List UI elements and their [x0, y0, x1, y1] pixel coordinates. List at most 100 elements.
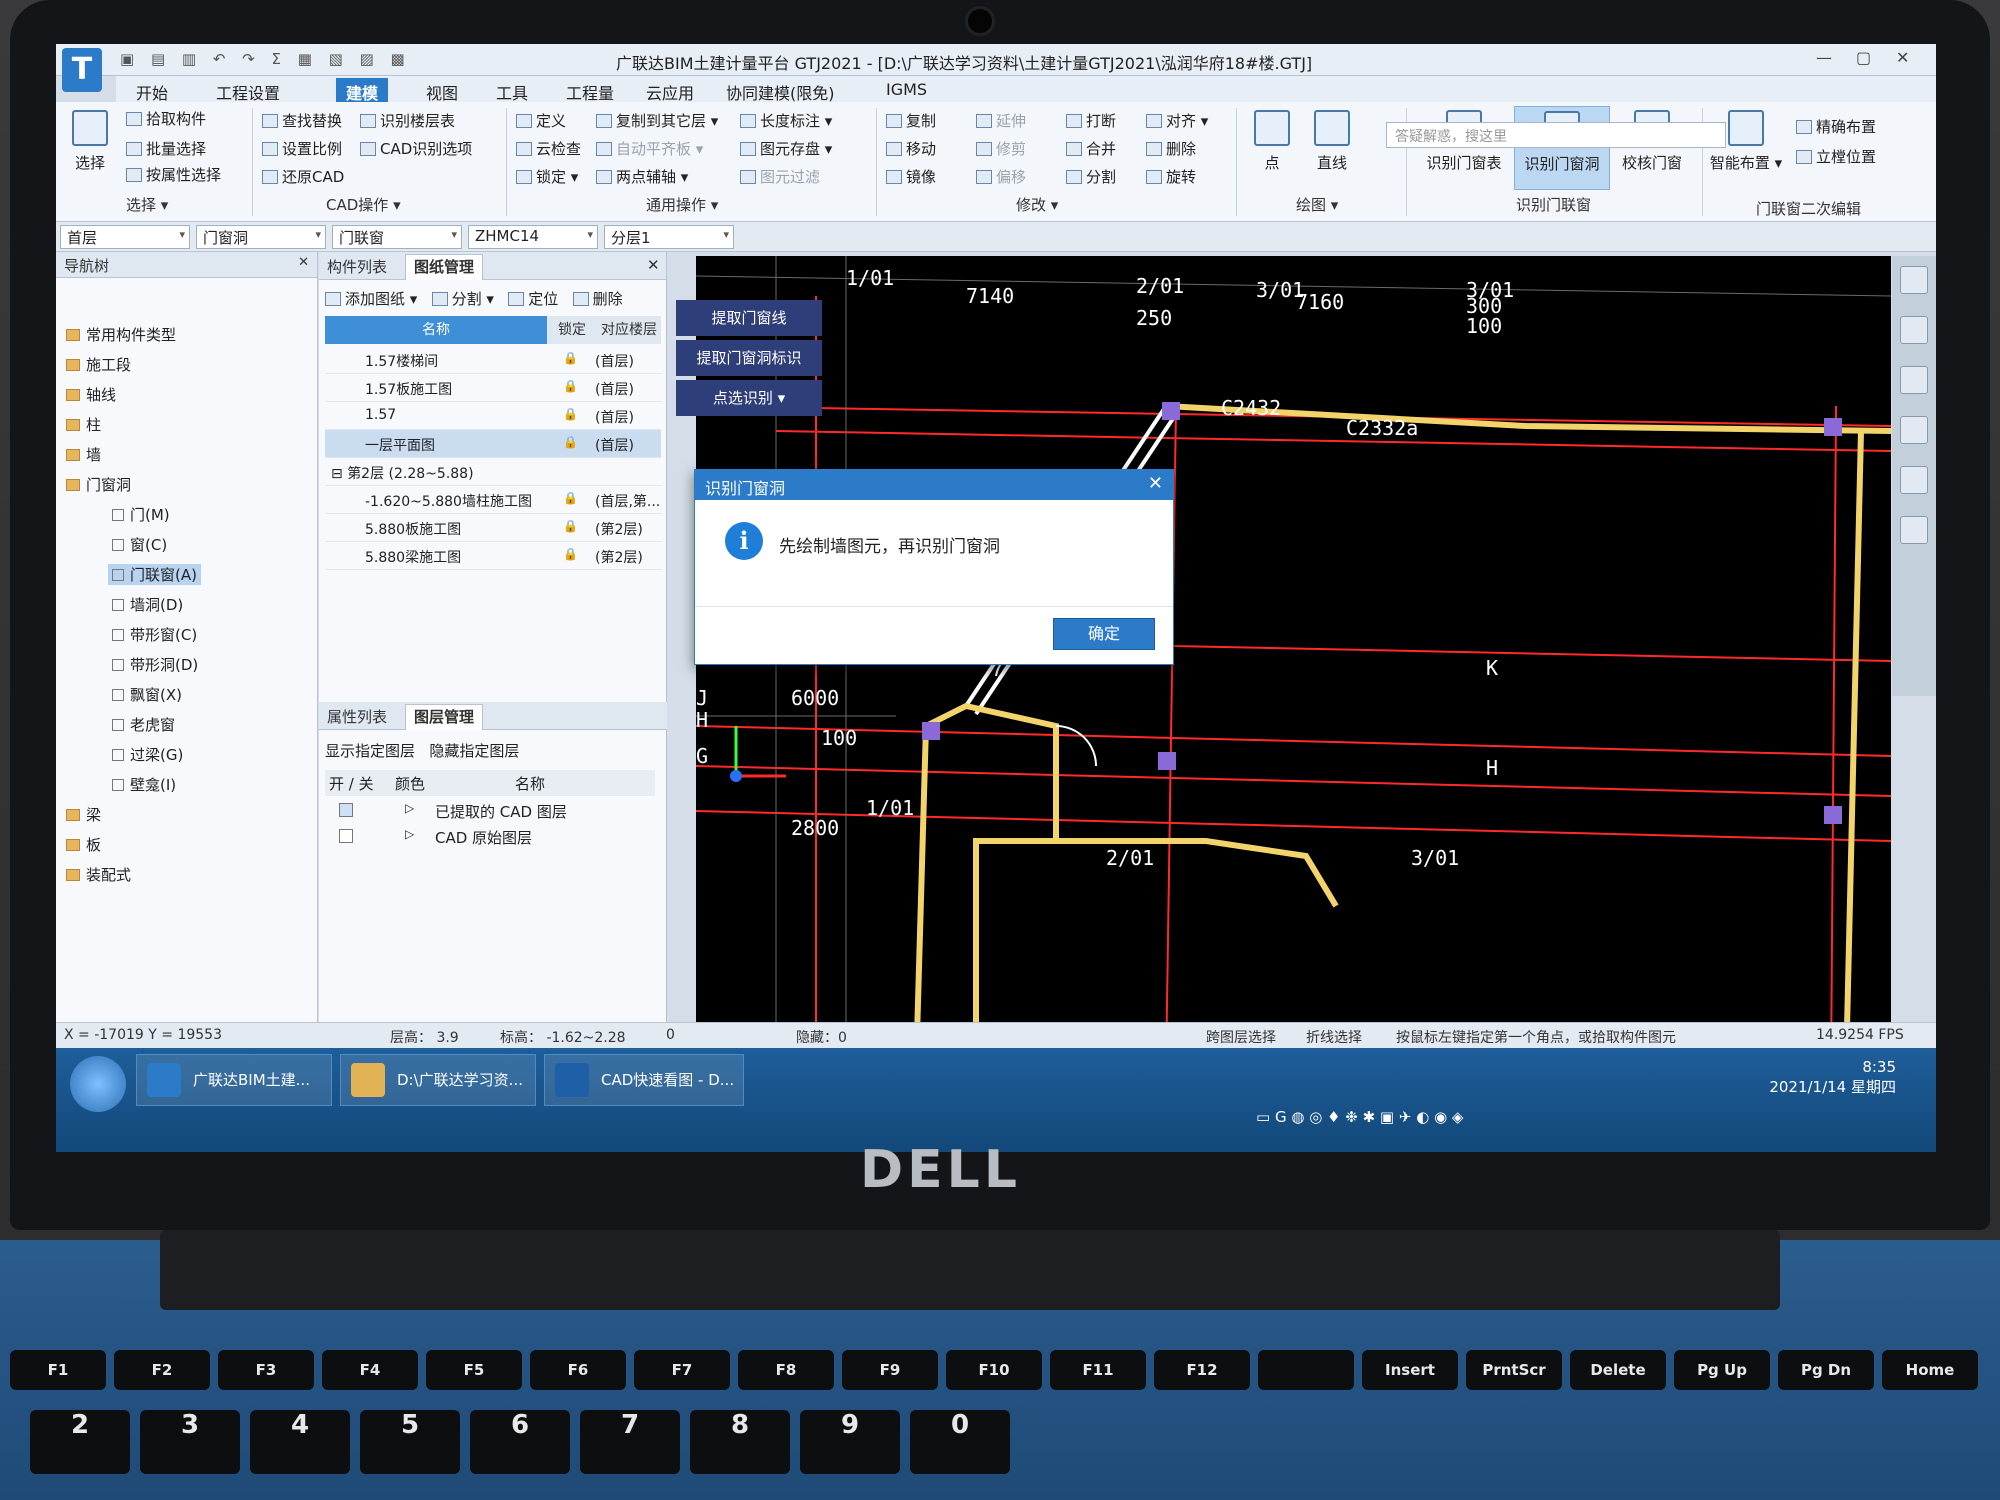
show-layer-button[interactable]: 显示指定图层 [325, 742, 415, 760]
tree-item-lintel[interactable]: 过梁(G) [112, 744, 183, 765]
table-row[interactable]: -1.620~5.880墙柱施工图 🔒 (首层,第... [325, 486, 661, 514]
cross-layer-select-button[interactable]: 跨图层选择 [1206, 1027, 1276, 1047]
recognize-floor-table-button[interactable]: 识别楼层表 [360, 110, 455, 131]
tree-item-column[interactable]: 柱 [66, 414, 101, 435]
restore-cad-button[interactable]: 还原CAD [262, 166, 344, 187]
tab-properties[interactable]: 属性列表 [327, 706, 387, 727]
break-button[interactable]: 打断 [1066, 110, 1116, 131]
expand-icon[interactable]: ▷ [405, 827, 414, 841]
move-button[interactable]: 移动 [886, 138, 936, 159]
ok-button[interactable]: 确定 [1053, 618, 1155, 650]
tree-item-door-window[interactable]: 门联窗(A) [108, 564, 201, 585]
check-windows-button[interactable]: 校核门窗 [1612, 106, 1692, 190]
recognize-window-table-button[interactable]: 识别门窗表 [1416, 106, 1512, 190]
set-scale-button[interactable]: 设置比例 [262, 138, 342, 159]
floor-select[interactable]: 首层 [60, 225, 190, 249]
lock-icon[interactable]: 🔒 [563, 547, 578, 561]
lock-icon[interactable]: 🔒 [563, 435, 578, 449]
component-select[interactable]: ZHMC14 [468, 225, 598, 249]
tab-component-list[interactable]: 构件列表 [327, 256, 387, 277]
system-tray-icons[interactable]: ▭ G ◍ ◎ ♦ ❉ ✱ ▣ ✈ ◐ ◉ ◈ [1256, 1108, 1463, 1126]
table-row-group[interactable]: ⊟ 第2层 (2.28~5.88) [325, 458, 661, 486]
select-by-attr-button[interactable]: 按属性选择 [126, 164, 221, 185]
table-row[interactable]: 1.57板施工图 🔒 (首层) [325, 374, 661, 402]
define-button[interactable]: 定义 [516, 110, 566, 131]
point-recognize-button[interactable]: 点选识别 ▾ [676, 380, 822, 416]
tree-item-common[interactable]: 常用构件类型 [66, 324, 176, 345]
tree-item-prefab[interactable]: 装配式 [66, 864, 131, 885]
table-row[interactable]: 一层平面图 🔒 (首层) [325, 430, 661, 458]
tree-item-wall-hole[interactable]: 墙洞(D) [112, 594, 183, 615]
lock-icon[interactable]: 🔒 [563, 519, 578, 533]
find-replace-button[interactable]: 查找替换 [262, 110, 342, 131]
tree-item-dormer[interactable]: 老虎窗 [112, 714, 175, 735]
maximize-button[interactable]: ▢ [1856, 48, 1871, 67]
recognize-openings-button[interactable]: 识别门窗洞 [1514, 106, 1610, 190]
table-row[interactable]: 5.880梁施工图 🔒 (第2层) [325, 542, 661, 570]
tree-item-beam[interactable]: 梁 [66, 804, 101, 825]
precise-layout-button[interactable]: 精确布置 [1796, 116, 1876, 137]
close-button[interactable]: ✕ [1896, 48, 1909, 67]
tree-item-niche[interactable]: 壁龛(I) [112, 774, 176, 795]
copy-to-floors-button[interactable]: 复制到其它层 ▾ [596, 110, 718, 131]
copy-button[interactable]: 复制 [886, 110, 936, 131]
tab-drawing-management[interactable]: 图纸管理 [405, 254, 484, 280]
element-filter-button[interactable]: 图元过滤 [740, 166, 820, 187]
trim-button[interactable]: 修剪 [976, 138, 1026, 159]
layer-toggle-checkbox[interactable] [339, 803, 353, 817]
table-row[interactable]: 1.57 🔒 (首层) [325, 402, 661, 430]
layer-toggle-checkbox[interactable] [339, 829, 353, 843]
layer-row[interactable]: ▷ 已提取的 CAD 图层 [325, 798, 655, 824]
cloud-check-button[interactable]: 云检查 [516, 138, 581, 159]
layer-row[interactable]: ▷ CAD 原始图层 [325, 824, 655, 850]
cad-options-button[interactable]: CAD识别选项 [360, 138, 472, 159]
tree-item-bay-window[interactable]: 飘窗(X) [112, 684, 182, 705]
orbit-icon[interactable] [1900, 266, 1928, 294]
select-button[interactable]: 选择 [60, 106, 120, 190]
minimize-button[interactable]: — [1816, 48, 1832, 67]
expand-icon[interactable]: ▷ [405, 801, 414, 815]
rotate-view-icon[interactable] [1900, 466, 1928, 494]
rotate-button[interactable]: 旋转 [1146, 166, 1196, 187]
tree-item-strip-hole[interactable]: 带形洞(D) [112, 654, 198, 675]
extract-window-lines-button[interactable]: 提取门窗线 [676, 300, 822, 336]
lock-button[interactable]: 锁定 ▾ [516, 166, 578, 187]
polyline-select-button[interactable]: 折线选择 [1306, 1027, 1362, 1047]
locate-button[interactable]: 定位 [508, 290, 558, 308]
lock-icon[interactable]: 🔒 [563, 351, 578, 365]
table-row[interactable]: 1.57楼梯间 🔒 (首层) [325, 346, 661, 374]
close-icon[interactable]: ✕ [1148, 473, 1163, 494]
taskbar-item-explorer[interactable]: D:\广联达学习资... [340, 1054, 536, 1106]
extend-button[interactable]: 延伸 [976, 110, 1026, 131]
tree-item-strip-window[interactable]: 带形窗(C) [112, 624, 197, 645]
tab-igms[interactable]: IGMS [876, 78, 937, 101]
top-view-icon[interactable] [1900, 316, 1928, 344]
split-button[interactable]: 分割 [1066, 166, 1116, 187]
close-icon[interactable]: ✕ [647, 256, 660, 274]
layers-icon[interactable] [1900, 516, 1928, 544]
merge-button[interactable]: 合并 [1066, 138, 1116, 159]
tree-item-window[interactable]: 窗(C) [112, 534, 167, 555]
hide-layer-button[interactable]: 隐藏指定图层 [429, 742, 519, 760]
lock-icon[interactable]: 🔒 [563, 407, 578, 421]
tab-layer-management[interactable]: 图层管理 [405, 704, 484, 730]
tree-item-wall[interactable]: 墙 [66, 444, 101, 465]
table-row[interactable]: 5.880板施工图 🔒 (第2层) [325, 514, 661, 542]
box-view-icon[interactable] [1900, 416, 1928, 444]
start-button[interactable] [70, 1056, 126, 1112]
smart-layout-button[interactable]: 智能布置 ▾ [1706, 106, 1786, 190]
category-select[interactable]: 门窗洞 [196, 225, 326, 249]
search-input[interactable]: 答疑解惑，搜这里 [1386, 122, 1726, 148]
add-drawing-button[interactable]: 添加图纸 ▾ [325, 290, 417, 308]
taskbar-item-gtj[interactable]: 广联达BIM土建... [136, 1054, 332, 1106]
offset-button[interactable]: 偏移 [976, 166, 1026, 187]
tree-item-slab[interactable]: 板 [66, 834, 101, 855]
delete-button[interactable]: 删除 [1146, 138, 1196, 159]
layer-select[interactable]: 分层1 [604, 225, 734, 249]
3d-view-icon[interactable] [1900, 366, 1928, 394]
tree-item-door[interactable]: 门(M) [112, 504, 170, 525]
lock-icon[interactable]: 🔒 [563, 379, 578, 393]
two-point-axis-button[interactable]: 两点辅轴 ▾ [596, 166, 688, 187]
mirror-button[interactable]: 镜像 [886, 166, 936, 187]
close-icon[interactable]: ✕ [298, 255, 309, 270]
